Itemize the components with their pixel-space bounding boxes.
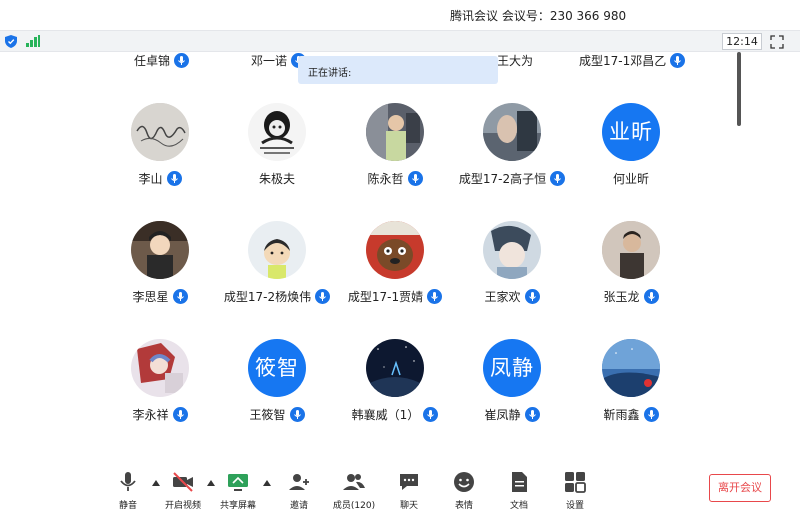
- participant-name: 任卓锦: [134, 54, 171, 68]
- participant-name-row: 张玉龙: [551, 288, 711, 305]
- speaking-indicator: 正在讲话:: [298, 56, 498, 84]
- avatar: [483, 221, 541, 279]
- chat-label: 聊天: [399, 501, 418, 510]
- participant-name: 韩襄威（1）: [351, 408, 420, 422]
- settings-button[interactable]: 设置: [545, 470, 605, 510]
- mic-icon: [670, 53, 686, 68]
- participant-name: 何业昕: [612, 172, 649, 186]
- participant-tile[interactable]: 业昕 何业昕: [551, 103, 711, 213]
- avatar: [602, 221, 660, 279]
- mic-icon: [643, 407, 659, 422]
- avatar: [366, 103, 424, 161]
- avatar: [366, 221, 424, 279]
- mic-icon: [524, 289, 540, 304]
- participant-name: 成型17-2高子恒: [458, 172, 547, 186]
- share-screen-label: 共享屏幕: [219, 501, 256, 510]
- avatar: [602, 339, 660, 397]
- invite-button[interactable]: 邀请: [269, 470, 329, 510]
- members-icon: [343, 474, 365, 490]
- participant-name: 张玉龙: [603, 290, 640, 304]
- share-screen-button[interactable]: 共享屏幕: [208, 470, 268, 510]
- mic-icon: [289, 407, 305, 422]
- chat-button[interactable]: 聊天: [379, 470, 439, 510]
- settings-label: 设置: [565, 501, 584, 510]
- invite-label: 邀请: [289, 501, 308, 510]
- participant-name: 邓一诺: [251, 54, 288, 68]
- avatar: [248, 221, 306, 279]
- mic-icon: [172, 407, 188, 422]
- avatar: 凤静: [483, 339, 541, 397]
- leave-meeting-button[interactable]: 离开会议: [709, 474, 771, 502]
- start-video-button[interactable]: 开启视频: [153, 470, 213, 510]
- participant-tile[interactable]: 张玉龙: [551, 221, 711, 331]
- participant-name: 靳雨鑫: [603, 408, 640, 422]
- top-name-item[interactable]: 成型17-1邓昌乙: [579, 52, 686, 69]
- participant-name-row: 何业昕: [551, 170, 711, 187]
- fullscreen-icon[interactable]: [770, 35, 784, 49]
- documents-button[interactable]: 文档: [489, 470, 549, 510]
- avatar: 业昕: [602, 103, 660, 161]
- avatar: [131, 103, 189, 161]
- network-signal-icon[interactable]: [26, 35, 40, 47]
- add-user-icon: [289, 474, 309, 490]
- mic-icon: [172, 289, 188, 304]
- mic-icon: [643, 289, 659, 304]
- participant-name: 王大为: [497, 54, 534, 68]
- participant-name: 朱极夫: [258, 172, 295, 186]
- meeting-toolbar: 静音 开启视频 共享屏幕 邀请 成员(120) 聊天 表情 文档 设置: [0, 460, 800, 510]
- avatar: 筱智: [248, 339, 306, 397]
- top-name-item[interactable]: 任卓锦: [134, 52, 190, 69]
- avatar: [483, 103, 541, 161]
- participant-name: 李山: [138, 172, 163, 186]
- mic-icon: [407, 171, 423, 186]
- participant-name: 陈永哲: [367, 172, 404, 186]
- avatar: [131, 339, 189, 397]
- top-name-item[interactable]: 王大为: [497, 52, 533, 69]
- participant-name: 成型17-1邓昌乙: [579, 54, 667, 68]
- emoji-button[interactable]: 表情: [434, 470, 494, 510]
- chat-icon: [400, 474, 418, 490]
- video-off-icon: [173, 472, 193, 492]
- start-video-label: 开启视频: [164, 501, 201, 510]
- mic-icon: [524, 407, 540, 422]
- microphone-icon: [120, 472, 136, 491]
- mic-icon: [166, 171, 182, 186]
- participant-name: 成型17-1贾婧: [347, 290, 424, 304]
- participant-name: 崔凤静: [484, 408, 521, 422]
- avatar: [248, 103, 306, 161]
- status-bar: 12:14: [0, 30, 800, 52]
- participant-name: 李思星: [132, 290, 169, 304]
- share-screen-icon: [228, 474, 248, 491]
- title-bar: 腾讯会议 会议号：230 366 980: [0, 0, 800, 30]
- participant-name: 成型17-2杨焕伟: [223, 290, 312, 304]
- avatar: [131, 221, 189, 279]
- participant-name: 李永祥: [132, 408, 169, 422]
- meeting-clock: 12:14: [722, 33, 762, 50]
- members-button[interactable]: 成员(120): [324, 470, 384, 510]
- emoji-label: 表情: [454, 501, 473, 510]
- meeting-title: 腾讯会议 会议号：230 366 980: [450, 9, 627, 23]
- mute-button[interactable]: 静音: [98, 470, 158, 510]
- apps-grid-icon: [565, 472, 586, 493]
- participant-name: 王筱智: [249, 408, 286, 422]
- participant-name-row: 靳雨鑫: [551, 406, 711, 423]
- mic-icon: [174, 53, 190, 68]
- documents-label: 文档: [509, 501, 528, 510]
- mute-label: 静音: [118, 501, 137, 510]
- shield-icon[interactable]: [5, 35, 17, 48]
- participant-tile[interactable]: 靳雨鑫: [551, 339, 711, 449]
- avatar: [366, 339, 424, 397]
- document-icon: [512, 472, 527, 492]
- members-label: 成员(120): [332, 501, 376, 510]
- grid-scrollbar[interactable]: [737, 52, 741, 126]
- participant-name: 王家欢: [484, 290, 521, 304]
- emoji-icon: [454, 472, 474, 492]
